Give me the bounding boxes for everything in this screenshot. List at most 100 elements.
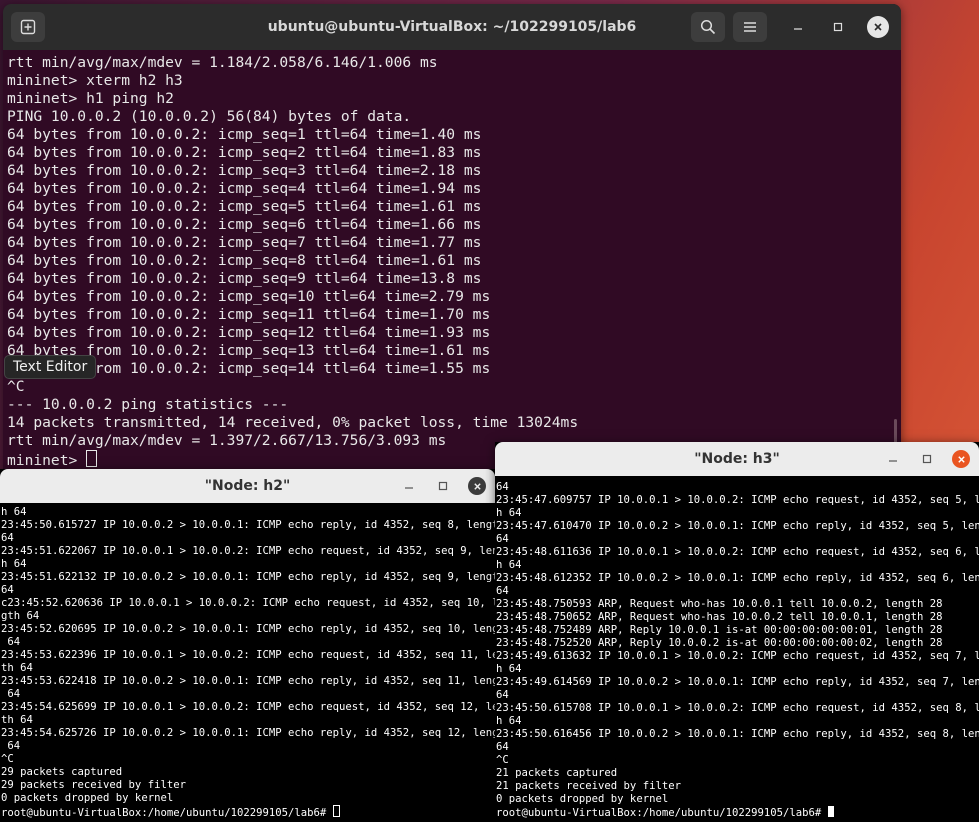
terminal-line: 64 bytes from 10.0.0.2: icmp_seq=10 ttl=… [7,288,491,305]
terminal-line: h 64 [1,558,27,570]
close-icon[interactable] [867,16,889,38]
terminal-line: 64 bytes from 10.0.0.2: icmp_seq=6 ttl=6… [7,216,482,233]
terminal-line: 23:45:48.612352 IP 10.0.0.2 > 10.0.0.1: … [496,572,979,584]
terminal-line: 23:45:51.622132 IP 10.0.0.2 > 10.0.0.1: … [1,571,495,583]
terminal-line: 21 packets captured [496,767,618,779]
terminal-prompt[interactable]: root@ubuntu-VirtualBox:/home/ubuntu/1022… [1,805,495,820]
minimize-icon[interactable] [400,477,418,495]
terminal-line: 64 [496,481,509,493]
new-tab-icon[interactable] [11,12,45,42]
main-titlebar[interactable]: ubuntu@ubuntu-VirtualBox: ~/102299105/la… [3,4,901,50]
terminal-line: gth 64 [1,610,40,622]
h3-terminal-output[interactable]: 64 23:45:47.609757 IP 10.0.0.1 > 10.0.0.2… [496,481,979,820]
terminal-line: 64 [496,689,509,701]
terminal-line: 23:45:54.625726 IP 10.0.0.2 > 10.0.0.1: … [1,727,495,739]
terminal-line: 29 packets received by filter [1,779,186,791]
minimize-icon[interactable] [787,16,809,38]
terminal-line: 64 bytes from 10.0.0.2: icmp_seq=5 ttl=6… [7,198,482,215]
terminal-prompt[interactable]: root@ubuntu-VirtualBox:/home/ubuntu/1022… [496,806,979,820]
terminal-line: h 64 [496,559,522,571]
maximize-icon[interactable] [434,477,452,495]
terminal-line: 23:45:51.622067 IP 10.0.0.1 > 10.0.0.2: … [1,545,495,557]
terminal-line: 23:45:53.622418 IP 10.0.0.2 > 10.0.0.1: … [1,675,495,687]
prompt-text: root@ubuntu-VirtualBox:/home/ubuntu/1022… [496,807,828,819]
terminal-line: mininet> h1 ping h2 [7,90,174,107]
terminal-line: 29 packets captured [1,766,123,778]
close-icon[interactable] [952,450,970,468]
terminal-line: 64 [496,533,509,545]
terminal-line: 64 [496,741,509,753]
terminal-line: 64 bytes from 10.0.0.2: icmp_seq=2 ttl=6… [7,144,482,161]
close-icon[interactable] [468,477,486,495]
terminal-line: 23:45:47.609757 IP 10.0.0.1 > 10.0.0.2: … [496,494,979,506]
terminal-line: 0 packets dropped by kernel [496,793,669,805]
search-icon[interactable] [691,12,725,42]
terminal-line: th 64 [1,714,33,726]
terminal-line: th 64 [1,662,33,674]
terminal-line: 64 [1,740,21,752]
terminal-line: 23:45:50.615727 IP 10.0.0.2 > 10.0.0.1: … [1,519,495,531]
xterm-node-h3-window[interactable]: "Node: h3" 64 23:45:47.609757 IP 10.0.0.1… [495,442,979,822]
terminal-line: 0 packets dropped by kernel [1,792,174,804]
terminal-output[interactable]: rtt min/avg/max/mdev = 1.184/2.058/6.146… [7,54,901,470]
terminal-line: h 64 [496,507,522,519]
terminal-line: 64 bytes from 10.0.0.2: icmp_seq=11 ttl=… [7,306,491,323]
h2-titlebar[interactable]: "Node: h2" [0,469,495,503]
terminal-line: 23:45:48.752489 ARP, Reply 10.0.0.1 is-a… [496,624,943,636]
xterm-node-h2-window[interactable]: "Node: h2" h 64 23:45:50.615727 IP 10.0.0… [0,469,495,822]
terminal-line: 23:45:53.622396 IP 10.0.0.1 > 10.0.0.2: … [1,649,495,661]
main-terminal-window[interactable]: ubuntu@ubuntu-VirtualBox: ~/102299105/la… [3,4,901,470]
terminal-line: 64 bytes from 10.0.0.2: icmp_seq=1 ttl=6… [7,126,482,143]
terminal-line: 23:45:50.615708 IP 10.0.0.1 > 10.0.0.2: … [496,702,979,714]
terminal-line: 23:45:52.620695 IP 10.0.0.2 > 10.0.0.1: … [1,623,495,635]
terminal-line: c23:45:52.620636 IP 10.0.0.1 > 10.0.0.2:… [1,597,495,609]
terminal-line: 64 bytes from 10.0.0.2: icmp_seq=8 ttl=6… [7,252,482,269]
h3-titlebar[interactable]: "Node: h3" [495,442,979,476]
terminal-line: 23:45:48.611636 IP 10.0.0.1 > 10.0.0.2: … [496,546,979,558]
terminal-line: 14 packets transmitted, 14 received, 0% … [7,414,579,431]
terminal-line: ^C [7,378,25,395]
h2-window-title: "Node: h2" [204,478,291,494]
terminal-line: 64 [1,532,14,544]
minimize-icon[interactable] [884,450,902,468]
terminal-line: 23:45:47.610470 IP 10.0.0.2 > 10.0.0.1: … [496,520,979,532]
terminal-line: ^C [1,753,14,765]
prompt-text: root@ubuntu-VirtualBox:/home/ubuntu/1022… [1,807,333,819]
maximize-icon[interactable] [918,450,936,468]
text-cursor [86,450,98,467]
terminal-line: mininet> xterm h2 h3 [7,72,183,89]
terminal-line: 64 bytes from 10.0.0.2: icmp_seq=3 ttl=6… [7,162,482,179]
terminal-line: 64 bytes from 10.0.0.2: icmp_seq=9 ttl=6… [7,270,482,287]
terminal-line: h 64 [496,715,522,727]
terminal-line: 64 [1,636,21,648]
h3-window-title: "Node: h3" [694,451,780,467]
terminal-line: PING 10.0.0.2 (10.0.0.2) 56(84) bytes of… [7,108,412,125]
terminal-line: 64 bytes from 10.0.0.2: icmp_seq=14 ttl=… [7,360,491,377]
terminal-line: 21 packets received by filter [496,780,681,792]
maximize-icon[interactable] [827,16,849,38]
terminal-line: 23:45:48.750593 ARP, Request who-has 10.… [496,598,943,610]
terminal-line: 23:45:49.614569 IP 10.0.0.2 > 10.0.0.1: … [496,676,979,688]
terminal-line: ^C [496,754,509,766]
terminal-line: rtt min/avg/max/mdev = 1.184/2.058/6.146… [7,54,438,71]
terminal-line: h 64 [1,506,27,518]
terminal-line: 23:45:54.625699 IP 10.0.0.1 > 10.0.0.2: … [1,701,495,713]
terminal-line: 64 [1,688,21,700]
terminal-line: 23:45:49.613632 IP 10.0.0.1 > 10.0.0.2: … [496,650,979,662]
text-editor-tooltip: Text Editor [4,355,97,379]
h2-terminal-output[interactable]: h 64 23:45:50.615727 IP 10.0.0.2 > 10.0.0… [1,506,495,820]
text-cursor [827,806,834,817]
prompt-text: mininet> [7,452,87,469]
terminal-line: 64 [496,585,509,597]
terminal-line: 23:45:50.616456 IP 10.0.0.2 > 10.0.0.1: … [496,728,979,740]
terminal-line: 64 bytes from 10.0.0.2: icmp_seq=13 ttl=… [7,342,491,359]
terminal-line: 64 [1,584,14,596]
terminal-line: 64 bytes from 10.0.0.2: icmp_seq=12 ttl=… [7,324,491,341]
terminal-line: h 64 [496,663,522,675]
text-cursor [332,805,340,817]
terminal-line: 23:45:48.750652 ARP, Request who-has 10.… [496,611,943,623]
terminal-line: 64 bytes from 10.0.0.2: icmp_seq=7 ttl=6… [7,234,482,251]
terminal-line: 23:45:48.752520 ARP, Reply 10.0.0.2 is-a… [496,637,943,649]
terminal-line: 64 bytes from 10.0.0.2: icmp_seq=4 ttl=6… [7,180,482,197]
hamburger-menu-icon[interactable] [733,12,767,42]
